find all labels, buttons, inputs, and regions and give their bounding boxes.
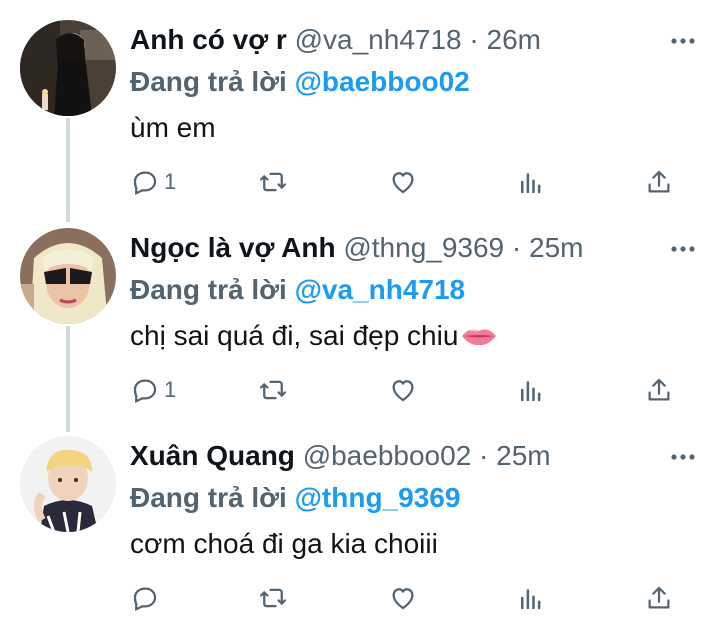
action-bar: 1 <box>130 162 690 202</box>
display-name[interactable]: Anh có vợ r <box>130 24 287 55</box>
views-button[interactable] <box>516 370 546 410</box>
timestamp[interactable]: 25m <box>496 440 550 471</box>
username[interactable]: @thng_9369 <box>343 232 504 263</box>
tweet[interactable]: Anh có vợ r @va_nh4718 · 26m Đang trả lờ… <box>0 20 720 220</box>
timestamp[interactable]: 25m <box>529 232 583 263</box>
more-options-icon[interactable] <box>668 234 698 267</box>
heart-icon <box>392 380 414 402</box>
reply-button[interactable]: 1 <box>130 162 176 202</box>
replying-to-label: Đang trả lời <box>130 274 287 305</box>
tweet-text: ùm em <box>130 112 216 143</box>
views-button[interactable] <box>516 162 546 202</box>
tweet-text: cơm choá đi ga kia choiii <box>130 528 438 559</box>
share-button[interactable] <box>644 370 674 410</box>
share-button[interactable] <box>644 162 674 202</box>
analytics-icon <box>521 173 541 194</box>
analytics-icon <box>521 381 541 402</box>
tweet[interactable]: Ngọc là vợ Anh @thng_9369 · 25m Đang trả… <box>0 228 720 428</box>
reply-count: 1 <box>164 377 177 402</box>
avatar[interactable] <box>20 228 116 324</box>
display-name[interactable]: Ngọc là vợ Anh <box>130 232 336 263</box>
share-icon <box>648 586 670 609</box>
heart-icon <box>392 172 414 194</box>
separator-dot: · <box>469 24 479 55</box>
tweet-header: Anh có vợ r @va_nh4718 · 26m <box>130 20 541 60</box>
share-icon <box>648 170 670 193</box>
share-icon <box>648 378 670 401</box>
reply-icon <box>133 171 157 196</box>
heart-icon <box>392 588 414 610</box>
reply-icon <box>133 587 157 612</box>
separator-dot: · <box>479 440 489 471</box>
retweet-icon <box>260 172 286 192</box>
tweet-text: chị sai quá đi, sai đẹp chiu <box>130 320 459 351</box>
action-bar <box>130 578 690 618</box>
tweet-header: Xuân Quang @baebboo02 · 25m <box>130 436 551 476</box>
lips-emoji-icon <box>460 318 498 358</box>
avatar[interactable] <box>20 436 116 532</box>
replying-to-label: Đang trả lời <box>130 66 287 97</box>
like-button[interactable] <box>388 370 418 410</box>
replying-to: Đang trả lời @thng_9369 <box>130 478 460 518</box>
username[interactable]: @baebboo02 <box>303 440 472 471</box>
reply-button[interactable] <box>130 578 164 618</box>
tweet[interactable]: Xuân Quang @baebboo02 · 25m Đang trả lời… <box>0 436 720 620</box>
separator-dot: · <box>511 232 522 263</box>
username[interactable]: @va_nh4718 <box>295 24 462 55</box>
replying-to: Đang trả lời @va_nh4718 <box>130 270 465 310</box>
retweet-icon <box>260 380 286 400</box>
more-options-icon[interactable] <box>668 26 698 59</box>
analytics-icon <box>521 589 541 610</box>
replying-to-label: Đang trả lời <box>130 482 287 513</box>
reply-count: 1 <box>164 169 177 194</box>
display-name[interactable]: Xuân Quang <box>130 440 295 471</box>
share-button[interactable] <box>644 578 674 618</box>
avatar[interactable] <box>20 20 116 116</box>
reply-icon <box>133 379 157 404</box>
retweet-button[interactable] <box>258 370 288 410</box>
views-button[interactable] <box>516 578 546 618</box>
replying-to-handle[interactable]: @baebboo02 <box>295 66 470 97</box>
tweet-header: Ngọc là vợ Anh @thng_9369 · 25m <box>130 228 583 268</box>
action-bar: 1 <box>130 370 690 410</box>
replying-to-handle[interactable]: @va_nh4718 <box>295 274 466 305</box>
like-button[interactable] <box>388 162 418 202</box>
replying-to: Đang trả lời @baebboo02 <box>130 62 470 102</box>
retweet-icon <box>260 588 286 608</box>
avatar-photo-icon <box>20 436 116 532</box>
avatar-photo-icon <box>20 20 116 116</box>
replying-to-handle[interactable]: @thng_9369 <box>295 482 461 513</box>
reply-button[interactable]: 1 <box>130 370 176 410</box>
more-options-icon[interactable] <box>668 442 698 475</box>
like-button[interactable] <box>388 578 418 618</box>
avatar-photo-icon <box>20 228 116 324</box>
tweet-text-container: chị sai quá đi, sai đẹp chiu <box>130 316 498 358</box>
retweet-button[interactable] <box>258 162 288 202</box>
retweet-button[interactable] <box>258 578 288 618</box>
timestamp[interactable]: 26m <box>487 24 541 55</box>
